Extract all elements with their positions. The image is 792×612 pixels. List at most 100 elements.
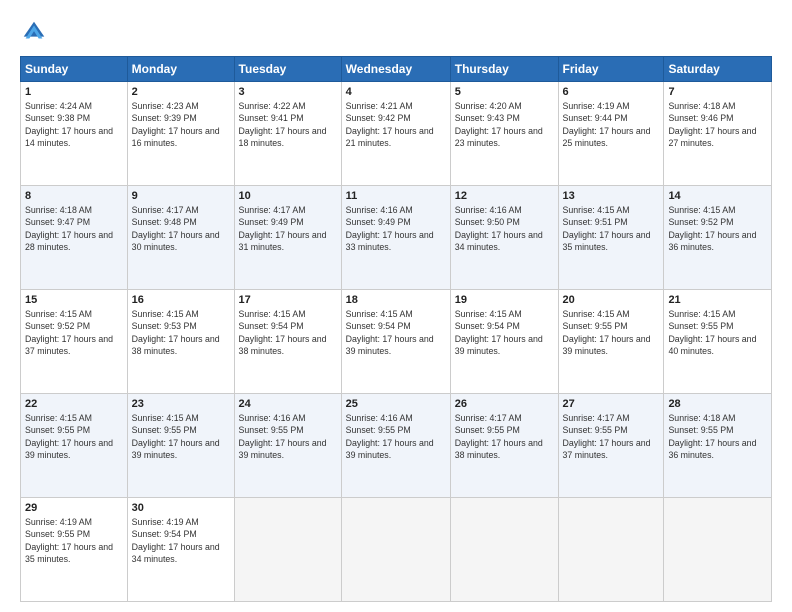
calendar-cell: 6Sunrise: 4:19 AMSunset: 9:44 PMDaylight…	[558, 82, 664, 186]
calendar-cell: 21 Sunrise: 4:15 AMSunset: 9:55 PMDayligh…	[664, 290, 772, 394]
calendar-cell: 16 Sunrise: 4:15 AMSunset: 9:53 PMDayligh…	[127, 290, 234, 394]
day-info: Sunrise: 4:20 AMSunset: 9:43 PMDaylight:…	[455, 100, 554, 149]
day-info: Sunrise: 4:16 AMSunset: 9:55 PMDaylight:…	[239, 412, 337, 461]
weekday-header: Thursday	[450, 57, 558, 82]
weekday-header: Friday	[558, 57, 664, 82]
calendar-cell: 10 Sunrise: 4:17 AMSunset: 9:49 PMDayligh…	[234, 186, 341, 290]
weekday-header: Sunday	[21, 57, 128, 82]
calendar-cell: 13Sunrise: 4:15 AMSunset: 9:51 PMDayligh…	[558, 186, 664, 290]
calendar-week-row: 8 Sunrise: 4:18 AMSunset: 9:47 PMDaylight…	[21, 186, 772, 290]
day-info: Sunrise: 4:15 AMSunset: 9:55 PMDaylight:…	[132, 412, 230, 461]
day-info: Sunrise: 4:15 AMSunset: 9:55 PMDaylight:…	[563, 308, 660, 357]
calendar-cell	[341, 498, 450, 602]
calendar-cell	[558, 498, 664, 602]
day-info: Sunrise: 4:16 AMSunset: 9:50 PMDaylight:…	[455, 204, 554, 253]
calendar-cell: 30 Sunrise: 4:19 AMSunset: 9:54 PMDayligh…	[127, 498, 234, 602]
day-number: 27	[563, 398, 660, 410]
calendar-cell: 15Sunrise: 4:15 AMSunset: 9:52 PMDayligh…	[21, 290, 128, 394]
calendar-cell: 26Sunrise: 4:17 AMSunset: 9:55 PMDayligh…	[450, 394, 558, 498]
day-info: Sunrise: 4:15 AMSunset: 9:54 PMDaylight:…	[346, 308, 446, 357]
calendar-cell: 7Sunrise: 4:18 AMSunset: 9:46 PMDaylight…	[664, 82, 772, 186]
calendar-cell	[664, 498, 772, 602]
day-number: 15	[25, 294, 123, 306]
calendar-week-row: 22 Sunrise: 4:15 AMSunset: 9:55 PMDayligh…	[21, 394, 772, 498]
logo-icon	[20, 18, 48, 46]
calendar-cell: 25Sunrise: 4:16 AMSunset: 9:55 PMDayligh…	[341, 394, 450, 498]
day-info: Sunrise: 4:18 AMSunset: 9:47 PMDaylight:…	[25, 204, 123, 253]
day-number: 8	[25, 190, 123, 202]
day-number: 19	[455, 294, 554, 306]
day-info: Sunrise: 4:15 AMSunset: 9:53 PMDaylight:…	[132, 308, 230, 357]
calendar-cell: 9 Sunrise: 4:17 AMSunset: 9:48 PMDaylight…	[127, 186, 234, 290]
calendar-cell: 4 Sunrise: 4:21 AMSunset: 9:42 PMDaylight…	[341, 82, 450, 186]
day-number: 12	[455, 190, 554, 202]
day-number: 11	[346, 190, 446, 202]
day-number: 20	[563, 294, 660, 306]
calendar-cell: 8 Sunrise: 4:18 AMSunset: 9:47 PMDaylight…	[21, 186, 128, 290]
day-info: Sunrise: 4:15 AMSunset: 9:52 PMDaylight:…	[668, 204, 767, 253]
day-info: Sunrise: 4:21 AMSunset: 9:42 PMDaylight:…	[346, 100, 446, 149]
calendar-week-row: 15Sunrise: 4:15 AMSunset: 9:52 PMDayligh…	[21, 290, 772, 394]
calendar-cell: 27 Sunrise: 4:17 AMSunset: 9:55 PMDayligh…	[558, 394, 664, 498]
day-info: Sunrise: 4:19 AMSunset: 9:54 PMDaylight:…	[132, 516, 230, 565]
day-info: Sunrise: 4:19 AMSunset: 9:55 PMDaylight:…	[25, 516, 123, 565]
weekday-header: Wednesday	[341, 57, 450, 82]
calendar-cell: 19Sunrise: 4:15 AMSunset: 9:54 PMDayligh…	[450, 290, 558, 394]
day-info: Sunrise: 4:16 AMSunset: 9:55 PMDaylight:…	[346, 412, 446, 461]
header	[20, 18, 772, 46]
calendar-cell: 3 Sunrise: 4:22 AMSunset: 9:41 PMDaylight…	[234, 82, 341, 186]
day-number: 5	[455, 86, 554, 98]
day-number: 23	[132, 398, 230, 410]
day-info: Sunrise: 4:15 AMSunset: 9:55 PMDaylight:…	[25, 412, 123, 461]
calendar-cell	[450, 498, 558, 602]
calendar-cell	[234, 498, 341, 602]
day-number: 29	[25, 502, 123, 514]
day-info: Sunrise: 4:16 AMSunset: 9:49 PMDaylight:…	[346, 204, 446, 253]
day-info: Sunrise: 4:17 AMSunset: 9:55 PMDaylight:…	[563, 412, 660, 461]
day-number: 4	[346, 86, 446, 98]
day-number: 17	[239, 294, 337, 306]
day-number: 14	[668, 190, 767, 202]
calendar-cell: 22 Sunrise: 4:15 AMSunset: 9:55 PMDayligh…	[21, 394, 128, 498]
day-number: 30	[132, 502, 230, 514]
weekday-header: Tuesday	[234, 57, 341, 82]
calendar-cell: 20 Sunrise: 4:15 AMSunset: 9:55 PMDayligh…	[558, 290, 664, 394]
day-number: 7	[668, 86, 767, 98]
day-number: 18	[346, 294, 446, 306]
day-info: Sunrise: 4:24 AMSunset: 9:38 PMDaylight:…	[25, 100, 123, 149]
day-info: Sunrise: 4:17 AMSunset: 9:49 PMDaylight:…	[239, 204, 337, 253]
day-number: 10	[239, 190, 337, 202]
day-number: 21	[668, 294, 767, 306]
calendar-header-row: SundayMondayTuesdayWednesdayThursdayFrid…	[21, 57, 772, 82]
weekday-header: Saturday	[664, 57, 772, 82]
calendar-cell: 29 Sunrise: 4:19 AMSunset: 9:55 PMDayligh…	[21, 498, 128, 602]
calendar-cell: 12 Sunrise: 4:16 AMSunset: 9:50 PMDayligh…	[450, 186, 558, 290]
calendar-cell: 11 Sunrise: 4:16 AMSunset: 9:49 PMDayligh…	[341, 186, 450, 290]
calendar-cell: 24 Sunrise: 4:16 AMSunset: 9:55 PMDayligh…	[234, 394, 341, 498]
day-number: 9	[132, 190, 230, 202]
day-info: Sunrise: 4:18 AMSunset: 9:55 PMDaylight:…	[668, 412, 767, 461]
day-info: Sunrise: 4:17 AMSunset: 9:48 PMDaylight:…	[132, 204, 230, 253]
day-info: Sunrise: 4:22 AMSunset: 9:41 PMDaylight:…	[239, 100, 337, 149]
calendar-cell: 28 Sunrise: 4:18 AMSunset: 9:55 PMDayligh…	[664, 394, 772, 498]
day-number: 24	[239, 398, 337, 410]
day-info: Sunrise: 4:15 AMSunset: 9:54 PMDaylight:…	[239, 308, 337, 357]
calendar: SundayMondayTuesdayWednesdayThursdayFrid…	[20, 56, 772, 602]
day-info: Sunrise: 4:15 AMSunset: 9:55 PMDaylight:…	[668, 308, 767, 357]
day-number: 2	[132, 86, 230, 98]
day-number: 3	[239, 86, 337, 98]
calendar-cell: 1Sunrise: 4:24 AMSunset: 9:38 PMDaylight…	[21, 82, 128, 186]
day-number: 28	[668, 398, 767, 410]
day-number: 16	[132, 294, 230, 306]
calendar-cell: 2 Sunrise: 4:23 AMSunset: 9:39 PMDaylight…	[127, 82, 234, 186]
day-number: 6	[563, 86, 660, 98]
page: SundayMondayTuesdayWednesdayThursdayFrid…	[0, 0, 792, 612]
day-number: 22	[25, 398, 123, 410]
calendar-cell: 23 Sunrise: 4:15 AMSunset: 9:55 PMDayligh…	[127, 394, 234, 498]
calendar-cell: 5 Sunrise: 4:20 AMSunset: 9:43 PMDaylight…	[450, 82, 558, 186]
day-info: Sunrise: 4:23 AMSunset: 9:39 PMDaylight:…	[132, 100, 230, 149]
calendar-body: 1Sunrise: 4:24 AMSunset: 9:38 PMDaylight…	[21, 82, 772, 602]
calendar-week-row: 1Sunrise: 4:24 AMSunset: 9:38 PMDaylight…	[21, 82, 772, 186]
day-info: Sunrise: 4:15 AMSunset: 9:51 PMDaylight:…	[563, 204, 660, 253]
logo	[20, 18, 52, 46]
